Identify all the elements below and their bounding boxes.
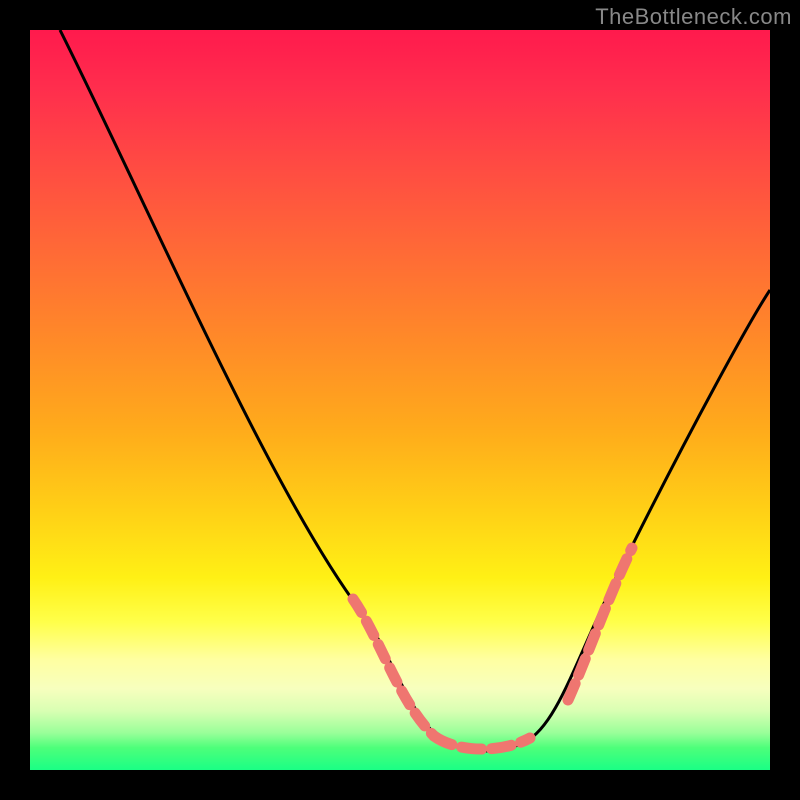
bottleneck-curve xyxy=(60,30,770,751)
curve-svg xyxy=(30,30,770,770)
dash-bottom xyxy=(434,736,530,749)
dash-right xyxy=(568,548,632,700)
chart-frame: TheBottleneck.com xyxy=(0,0,800,800)
watermark-text: TheBottleneck.com xyxy=(595,4,792,30)
plot-area xyxy=(30,30,770,770)
dash-left xyxy=(353,599,434,736)
